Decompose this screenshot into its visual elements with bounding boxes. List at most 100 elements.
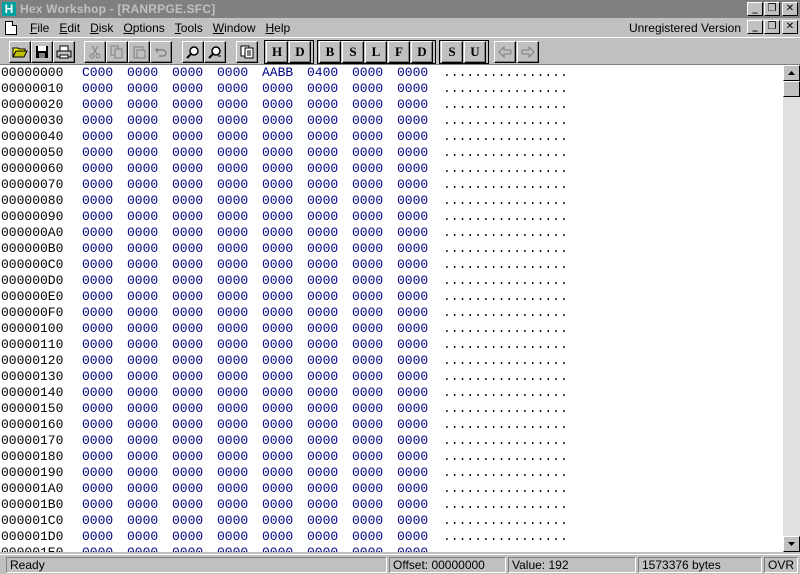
hex-word[interactable]: 0000: [82, 497, 113, 513]
hex-word[interactable]: 0000: [217, 417, 248, 433]
hex-word[interactable]: 0000: [217, 81, 248, 97]
hex-word[interactable]: 0000: [307, 449, 338, 465]
hex-word[interactable]: 0000: [172, 385, 203, 401]
hex-word[interactable]: 0000: [397, 529, 428, 545]
hex-word[interactable]: 0000: [397, 161, 428, 177]
hex-word[interactable]: 0000: [127, 337, 158, 353]
ascii-column[interactable]: ................: [443, 145, 568, 161]
hex-word[interactable]: 0000: [307, 81, 338, 97]
ascii-column[interactable]: ................: [443, 241, 568, 257]
hex-word[interactable]: 0000: [352, 353, 383, 369]
hex-word[interactable]: 0000: [262, 145, 293, 161]
hex-word[interactable]: 0000: [82, 145, 113, 161]
hex-word[interactable]: 0000: [82, 289, 113, 305]
hex-word[interactable]: 0000: [127, 113, 158, 129]
hex-word[interactable]: 0000: [352, 65, 383, 81]
undo-button[interactable]: [150, 41, 172, 63]
hex-word[interactable]: 0000: [307, 129, 338, 145]
hex-word[interactable]: 0000: [397, 497, 428, 513]
hex-word[interactable]: 0000: [217, 305, 248, 321]
hex-word[interactable]: 0000: [397, 337, 428, 353]
hex-word[interactable]: 0000: [127, 353, 158, 369]
vertical-scrollbar[interactable]: [783, 65, 800, 552]
hex-word[interactable]: 0000: [127, 465, 158, 481]
hex-word[interactable]: 0000: [172, 241, 203, 257]
hex-word[interactable]: 0000: [217, 241, 248, 257]
hex-word[interactable]: 0000: [172, 193, 203, 209]
unsigned-mode-button[interactable]: U: [464, 41, 486, 63]
hex-word[interactable]: 0000: [127, 497, 158, 513]
document-icon[interactable]: [5, 20, 17, 35]
hex-word[interactable]: 0000: [307, 481, 338, 497]
hex-word[interactable]: 0000: [307, 161, 338, 177]
hex-word[interactable]: 0000: [82, 97, 113, 113]
hex-word[interactable]: 0000: [352, 337, 383, 353]
hex-word[interactable]: 0000: [397, 241, 428, 257]
hex-word[interactable]: 0000: [82, 353, 113, 369]
hex-word[interactable]: 0000: [82, 193, 113, 209]
hex-word[interactable]: 0000: [352, 513, 383, 529]
hex-word[interactable]: C000: [82, 65, 113, 81]
hex-word[interactable]: 0000: [217, 289, 248, 305]
menu-options[interactable]: Options: [118, 21, 169, 35]
hex-word[interactable]: 0000: [172, 465, 203, 481]
hex-word[interactable]: 0000: [397, 81, 428, 97]
long-mode-button[interactable]: L: [365, 41, 387, 63]
hex-word[interactable]: 0000: [217, 449, 248, 465]
hex-word[interactable]: 0000: [262, 257, 293, 273]
ascii-column[interactable]: ................: [443, 449, 568, 465]
hex-word[interactable]: 0000: [217, 193, 248, 209]
ascii-column[interactable]: ................: [443, 273, 568, 289]
hex-word[interactable]: 0000: [127, 401, 158, 417]
hex-word[interactable]: 0000: [307, 529, 338, 545]
hex-word[interactable]: 0000: [397, 305, 428, 321]
hex-word[interactable]: 0000: [82, 369, 113, 385]
hex-word[interactable]: 0000: [262, 209, 293, 225]
hex-word[interactable]: 0000: [262, 545, 293, 552]
menu-window[interactable]: Window: [208, 21, 261, 35]
hex-word[interactable]: 0000: [172, 145, 203, 161]
ascii-column[interactable]: ................: [443, 337, 568, 353]
hex-word[interactable]: 0000: [172, 305, 203, 321]
hex-word[interactable]: 0000: [127, 273, 158, 289]
hex-word[interactable]: 0000: [217, 273, 248, 289]
hex-word[interactable]: 0000: [307, 385, 338, 401]
hex-word[interactable]: 0000: [352, 417, 383, 433]
hex-word[interactable]: 0000: [172, 353, 203, 369]
scroll-down-button[interactable]: [783, 536, 800, 552]
goto-button[interactable]: [236, 41, 258, 63]
hex-word[interactable]: 0000: [352, 193, 383, 209]
hex-word[interactable]: 0000: [397, 177, 428, 193]
hex-word[interactable]: 0000: [127, 321, 158, 337]
ascii-column[interactable]: ................: [443, 113, 568, 129]
close-button[interactable]: ✕: [782, 2, 798, 16]
hex-word[interactable]: 0000: [127, 145, 158, 161]
cut-button[interactable]: [84, 41, 106, 63]
find-next-button[interactable]: [204, 41, 226, 63]
hex-word[interactable]: 0000: [217, 513, 248, 529]
hex-word[interactable]: 0000: [352, 545, 383, 552]
hex-word[interactable]: 0000: [217, 321, 248, 337]
hex-word[interactable]: 0000: [172, 433, 203, 449]
hex-word[interactable]: 0000: [352, 481, 383, 497]
hex-word[interactable]: 0000: [262, 129, 293, 145]
hex-word[interactable]: 0000: [217, 145, 248, 161]
hex-word[interactable]: 0000: [127, 97, 158, 113]
hex-word[interactable]: 0000: [217, 481, 248, 497]
hex-word[interactable]: 0000: [262, 529, 293, 545]
hex-word[interactable]: 0000: [397, 417, 428, 433]
hex-word[interactable]: 0000: [397, 433, 428, 449]
hex-word[interactable]: 0000: [397, 273, 428, 289]
hex-word[interactable]: 0000: [262, 289, 293, 305]
hex-word[interactable]: 0000: [127, 305, 158, 321]
ascii-column[interactable]: ................: [443, 193, 568, 209]
hex-word[interactable]: 0000: [217, 97, 248, 113]
hex-word[interactable]: 0000: [352, 241, 383, 257]
hex-word[interactable]: 0000: [172, 529, 203, 545]
hex-word[interactable]: 0000: [397, 545, 428, 552]
ascii-column[interactable]: ................: [443, 65, 568, 81]
hex-word[interactable]: 0000: [262, 385, 293, 401]
hex-word[interactable]: 0000: [217, 209, 248, 225]
hex-word[interactable]: 0000: [397, 369, 428, 385]
menu-edit[interactable]: Edit: [54, 21, 85, 35]
